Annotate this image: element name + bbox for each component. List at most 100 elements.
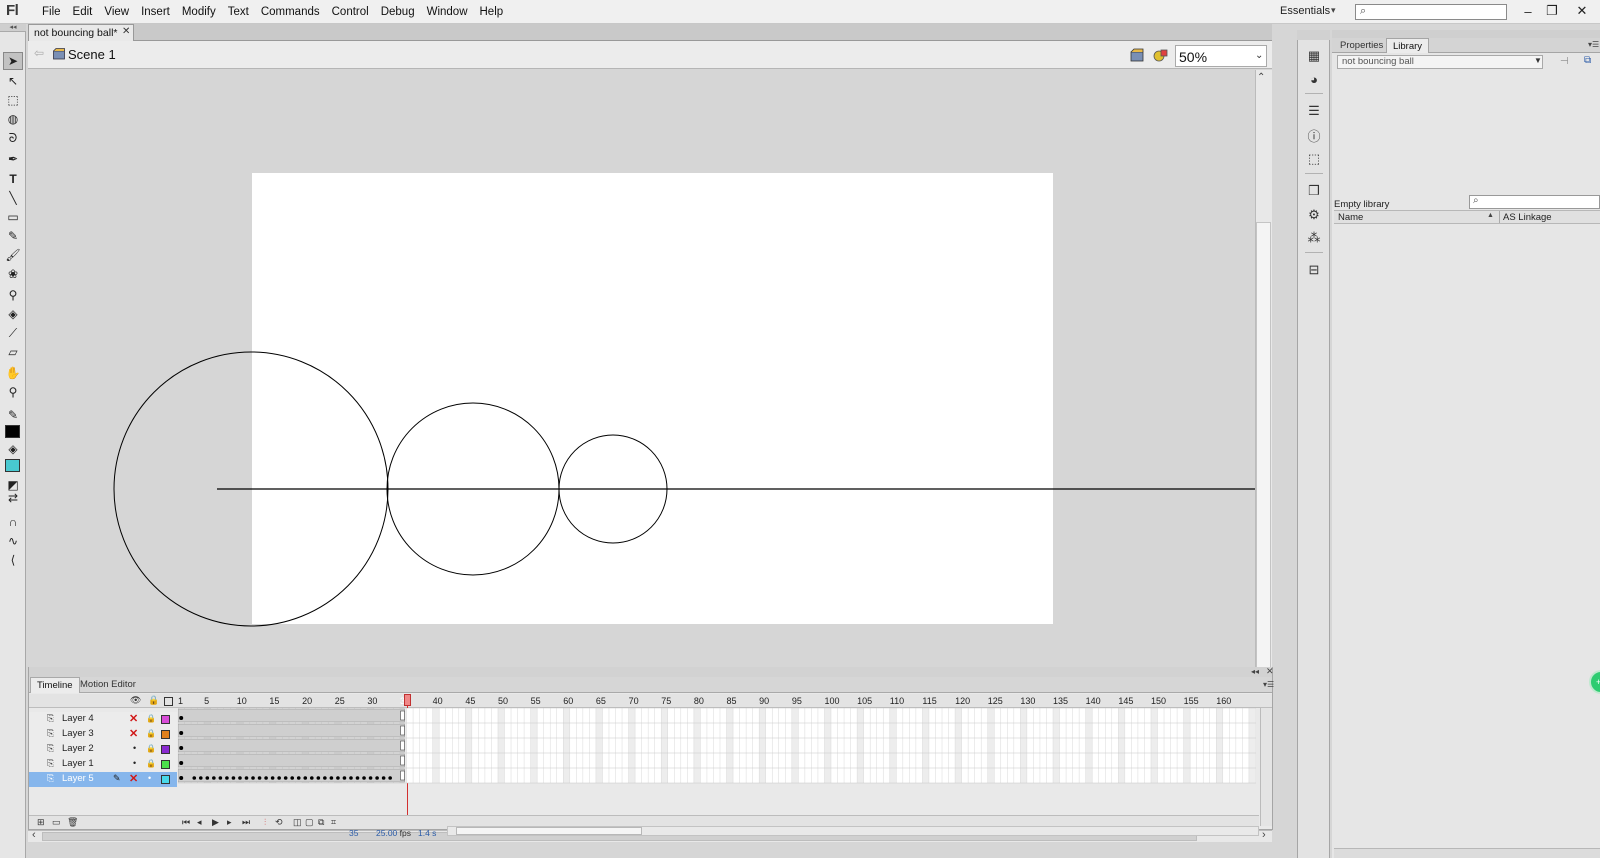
lock-icon[interactable]: 🔒 bbox=[146, 729, 156, 738]
tab-motion-editor[interactable]: Motion Editor bbox=[74, 677, 142, 693]
keyframe-dot[interactable] bbox=[381, 776, 386, 780]
new-layer-icon[interactable]: ⊞ bbox=[37, 817, 45, 828]
frame-cell-5th[interactable] bbox=[530, 738, 538, 753]
eyedropper-tool-icon[interactable]: ⟋ bbox=[3, 324, 23, 342]
keyframe-dot[interactable] bbox=[251, 776, 255, 780]
frame-cell-5th[interactable] bbox=[1216, 708, 1223, 723]
frame-cell-5th[interactable] bbox=[661, 708, 668, 723]
keyframe-dot[interactable] bbox=[238, 776, 242, 780]
frame-cell-5th[interactable] bbox=[530, 768, 538, 783]
frame-number[interactable]: 55 bbox=[531, 696, 541, 706]
frame-cell-5th[interactable] bbox=[661, 753, 668, 768]
frame-cell-5th[interactable] bbox=[987, 723, 995, 738]
frame-number[interactable]: 70 bbox=[629, 696, 639, 706]
brush-tool-icon[interactable]: 🖌 bbox=[3, 246, 23, 264]
end-frame-marker[interactable] bbox=[400, 770, 405, 781]
scroll-right-icon[interactable]: › bbox=[1262, 829, 1266, 841]
frame-cell-5th[interactable] bbox=[922, 768, 929, 783]
frame-number[interactable]: 45 bbox=[465, 696, 475, 706]
frame-cell-5th[interactable] bbox=[987, 738, 995, 753]
frame-cell-5th[interactable] bbox=[759, 723, 766, 738]
frame-cell-5th[interactable] bbox=[628, 708, 636, 723]
menu-edit[interactable]: Edit bbox=[67, 0, 99, 24]
layer-row[interactable]: ⎘ Layer 2 • 🔒 bbox=[29, 742, 177, 757]
stroke-color-icon[interactable]: ✎ bbox=[3, 406, 23, 424]
frame-cell-5th[interactable] bbox=[1183, 738, 1191, 753]
frame-cell-5th[interactable] bbox=[432, 723, 440, 738]
frame-cell-5th[interactable] bbox=[889, 768, 897, 783]
layer-color-swatch[interactable] bbox=[161, 760, 170, 769]
frame-cell-5th[interactable] bbox=[595, 723, 603, 738]
frame-cell-5th[interactable] bbox=[1216, 738, 1223, 753]
frame-cell-5th[interactable] bbox=[1248, 708, 1256, 723]
frame-cell-5th[interactable] bbox=[987, 768, 995, 783]
frame-cell-5th[interactable] bbox=[1118, 768, 1125, 783]
frame-number[interactable]: 90 bbox=[759, 696, 769, 706]
playhead[interactable] bbox=[404, 694, 411, 706]
chevron-down-icon[interactable]: ⌄ bbox=[1255, 50, 1263, 61]
hidden-x-icon[interactable]: ✕ bbox=[129, 727, 138, 740]
scroll-up-icon[interactable]: ⌃ bbox=[1257, 72, 1265, 83]
menu-insert[interactable]: Insert bbox=[135, 0, 176, 24]
frame-cell-5th[interactable] bbox=[1216, 768, 1223, 783]
frame-cell-5th[interactable] bbox=[1150, 708, 1158, 723]
keyframe-dot[interactable] bbox=[277, 776, 281, 780]
frame-cell-5th[interactable] bbox=[432, 738, 440, 753]
keyframe-dot[interactable] bbox=[225, 776, 229, 780]
chevron-down-icon[interactable]: ▾ bbox=[1331, 5, 1336, 16]
frame-cell-5th[interactable] bbox=[726, 708, 734, 723]
frame-number[interactable]: 150 bbox=[1151, 696, 1166, 706]
close-button[interactable]: ✕ bbox=[1570, 0, 1594, 22]
frame-number[interactable]: 25 bbox=[335, 696, 345, 706]
layer-row[interactable]: ⎘ Layer 3 ✕ 🔒 bbox=[29, 727, 177, 742]
frames-grid[interactable] bbox=[178, 708, 1256, 786]
eraser-tool-icon[interactable]: ▱ bbox=[3, 343, 23, 361]
frame-cell-5th[interactable] bbox=[1085, 753, 1093, 768]
frame-cell-5th[interactable] bbox=[857, 768, 864, 783]
frame-cell-5th[interactable] bbox=[1150, 768, 1158, 783]
frame-cell-5th[interactable] bbox=[824, 753, 831, 768]
frame-cell-5th[interactable] bbox=[1020, 723, 1027, 738]
pen-tool-icon[interactable]: ✒ bbox=[3, 150, 23, 168]
close-icon[interactable]: ✕ bbox=[122, 26, 130, 37]
frame-cell-5th[interactable] bbox=[595, 738, 603, 753]
frame-cell-5th[interactable] bbox=[857, 708, 864, 723]
subselection-tool-icon[interactable]: ↖ bbox=[3, 72, 23, 90]
end-frame-marker[interactable] bbox=[400, 740, 405, 751]
frame-cell-5th[interactable] bbox=[726, 723, 734, 738]
frame-span[interactable] bbox=[178, 753, 405, 768]
frame-cell-5th[interactable] bbox=[1053, 753, 1060, 768]
frame-cell-5th[interactable] bbox=[824, 738, 831, 753]
keyframe-dot[interactable] bbox=[264, 776, 268, 780]
outline-icon[interactable] bbox=[164, 697, 173, 706]
keyframe-dot[interactable] bbox=[179, 746, 184, 750]
stage-canvas[interactable] bbox=[28, 70, 1255, 653]
workspace-switcher[interactable]: Essentials bbox=[1280, 5, 1330, 17]
frame-cell-5th[interactable] bbox=[1053, 768, 1060, 783]
keyframe-dot[interactable] bbox=[296, 776, 301, 780]
pasteboard[interactable] bbox=[28, 70, 1255, 653]
hand-tool-icon[interactable]: ✋ bbox=[3, 364, 23, 382]
frame-number[interactable]: 5 bbox=[204, 696, 209, 706]
sort-ascending-icon[interactable]: ▲ bbox=[1487, 212, 1494, 219]
project-panel-icon[interactable]: ⊟ bbox=[1305, 261, 1323, 279]
frame-cell-5th[interactable] bbox=[628, 738, 636, 753]
keyframe-dot[interactable] bbox=[342, 776, 347, 780]
frame-cell-5th[interactable] bbox=[661, 723, 668, 738]
layer-color-swatch[interactable] bbox=[161, 745, 170, 754]
frame-cell-5th[interactable] bbox=[791, 753, 799, 768]
modify-markers-icon[interactable]: ⌗ bbox=[331, 817, 336, 828]
frame-cell-5th[interactable] bbox=[1248, 723, 1256, 738]
frame-cell-5th[interactable] bbox=[791, 723, 799, 738]
text-tool-icon[interactable]: T bbox=[3, 170, 23, 188]
timeline-grip[interactable] bbox=[29, 667, 1272, 677]
frame-cell-5th[interactable] bbox=[530, 708, 538, 723]
column-as-linkage[interactable]: AS Linkage bbox=[1503, 212, 1552, 223]
close-icon[interactable]: ✕ bbox=[1266, 666, 1274, 677]
last-frame-icon[interactable]: ⏭ bbox=[242, 817, 250, 828]
frame-cell-5th[interactable] bbox=[1085, 708, 1093, 723]
panel-menu-icon[interactable]: ▾☰ bbox=[1263, 680, 1274, 689]
frame-cell-5th[interactable] bbox=[1118, 738, 1125, 753]
keyframe-dot[interactable] bbox=[310, 776, 314, 780]
tab-timeline[interactable]: Timeline bbox=[30, 677, 80, 693]
